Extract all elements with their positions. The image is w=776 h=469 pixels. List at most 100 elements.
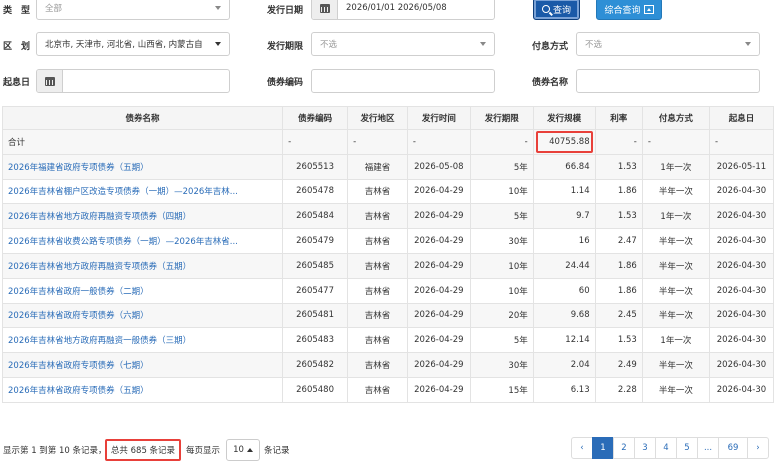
col-header[interactable]: 债券名称 <box>1 106 284 130</box>
table-cell: 2.28 <box>594 376 643 403</box>
bond-name-link[interactable]: 2026年福建省政府专项债券（五期） <box>8 163 149 173</box>
col-header[interactable]: 利率 <box>594 106 643 130</box>
interest-method-value: 不选 <box>585 40 603 50</box>
table-footer: 显示第 1 到第 10 条记录， 总共 685 条记录 每页显示 10 条记录 … <box>0 436 776 464</box>
bond-name-link[interactable]: 2026年吉林省政府一般债券（二期） <box>8 287 149 297</box>
page-button[interactable]: 1 <box>592 437 614 459</box>
table-cell: 20年 <box>469 302 534 329</box>
bond-name-link[interactable]: 2026年吉林省地方政府再融资专项债券（五期） <box>8 262 191 272</box>
bond-name-link[interactable]: 2026年吉林省棚户区改造专项债券（一期）—2026年吉林... <box>8 187 238 197</box>
query-button[interactable]: 查询 <box>533 0 580 20</box>
bond-name-link[interactable]: 2026年吉林省政府专项债券（五期） <box>8 386 149 396</box>
calendar-addon[interactable] <box>312 0 338 19</box>
table-cell: 2026-04-30 <box>708 228 775 254</box>
col-header[interactable]: 债券编码 <box>282 106 349 130</box>
bond-name-link[interactable]: 2026年吉林省政府专项债券（七期） <box>8 361 149 371</box>
per-page-label: 每页显示 <box>186 446 221 456</box>
page-size-select[interactable]: 10 <box>226 439 260 461</box>
table-cell: 1.86 <box>594 277 643 304</box>
table-cell: 2026-04-29 <box>406 352 471 378</box>
table-cell: 30年 <box>469 352 534 378</box>
table-cell: 1.86 <box>594 252 643 279</box>
page-button[interactable]: 4 <box>655 437 677 459</box>
table-cell: 6.13 <box>532 376 596 403</box>
table-cell: 2605513 <box>282 153 349 180</box>
chevron-down-icon <box>745 42 751 46</box>
table-cell: 半年一次 <box>641 352 710 378</box>
bond-name-cell: 2026年吉林省地方政府再融资专项债券（五期） <box>1 252 284 279</box>
query-button-label: 查询 <box>552 5 571 16</box>
issue-term-label: 发行期限 <box>267 42 304 52</box>
page-button[interactable]: 69 <box>718 437 748 459</box>
calendar-addon[interactable] <box>37 70 63 92</box>
page-button[interactable]: 3 <box>634 437 656 459</box>
table-cell: 半年一次 <box>641 228 710 254</box>
total-cell: - <box>347 129 408 155</box>
chevron-down-icon <box>480 42 486 46</box>
table-header-row: 债券名称 债券编码 发行地区 发行时间 发行期限 发行规模 利率 付息方式 起息… <box>1 106 775 130</box>
col-header[interactable]: 发行时间 <box>406 106 471 130</box>
bond-name-link[interactable]: 2026年吉林省收费公路专项债券（一期）—2026年吉林省... <box>8 237 238 247</box>
table-cell: 吉林省 <box>347 327 408 354</box>
pagination: ‹ 1 2 3 4 5 ... 69 › <box>571 437 769 459</box>
bond-name-link[interactable]: 2026年吉林省政府专项债券（六期） <box>8 311 149 321</box>
col-header[interactable]: 发行规模 <box>532 106 596 130</box>
table-cell: 2.47 <box>594 228 643 254</box>
total-cell: - <box>469 129 534 155</box>
issue-term-select[interactable]: 不选 <box>311 32 495 56</box>
table-cell: 2026-04-29 <box>406 302 471 329</box>
table-cell: 2026-04-29 <box>406 178 471 205</box>
type-select[interactable]: 全部 <box>36 0 230 20</box>
table-cell: 5年 <box>469 327 534 354</box>
table-cell: 2026-04-29 <box>406 277 471 304</box>
col-header[interactable]: 付息方式 <box>641 106 710 130</box>
combo-query-button[interactable]: 综合查询 <box>596 0 662 20</box>
table-cell: 2605480 <box>282 376 349 403</box>
bond-name-cell: 2026年吉林省地方政府再融资一般债券（三期） <box>1 327 284 354</box>
table-cell: 2026-04-30 <box>708 376 775 403</box>
next-page-button[interactable]: › <box>747 437 769 459</box>
col-header[interactable]: 发行期限 <box>469 106 534 130</box>
table-cell: 2605478 <box>282 178 349 205</box>
region-select[interactable]: 北京市, 天津市, 河北省, 山西省, 内蒙古自 <box>36 32 230 56</box>
bond-name-link[interactable]: 2026年吉林省地方政府再融资专项债券（四期） <box>8 212 191 222</box>
bond-code-input[interactable] <box>311 69 495 93</box>
bond-name-input[interactable] <box>576 69 760 93</box>
start-interest-input[interactable] <box>36 69 230 93</box>
table-cell: 2605479 <box>282 228 349 254</box>
prev-page-button[interactable]: ‹ <box>571 437 593 459</box>
bond-name-link[interactable]: 2026年吉林省地方政府再融资一般债券（三期） <box>8 336 191 346</box>
page-button[interactable]: 5 <box>676 437 698 459</box>
type-select-value: 全部 <box>45 4 63 14</box>
table-cell: 2605481 <box>282 302 349 329</box>
table-cell: 2026-04-29 <box>406 327 471 354</box>
highlight-box <box>535 131 593 153</box>
bond-name-cell: 2026年福建省政府专项债券（五期） <box>1 153 284 180</box>
table-cell: 15年 <box>469 376 534 403</box>
bond-name-cell: 2026年吉林省政府专项债券（七期） <box>1 352 284 378</box>
combo-query-button-label: 综合查询 <box>604 5 641 16</box>
table-row: 2026年吉林省地方政府再融资一般债券（三期） 2605483 吉林省 2026-04… <box>1 327 775 354</box>
table-cell: 2605485 <box>282 252 349 279</box>
region-label: 区 划 <box>3 42 31 52</box>
table-cell: 半年一次 <box>641 252 710 279</box>
records-suffix: 条记录 <box>264 446 290 456</box>
total-row: 合计 - - - - 40755.88 - - - <box>1 129 775 155</box>
table-cell: 16 <box>532 228 596 254</box>
table-cell: 2605484 <box>282 203 349 230</box>
interest-method-select[interactable]: 不选 <box>576 32 760 56</box>
col-header[interactable]: 起息日 <box>708 106 775 130</box>
table-cell: 吉林省 <box>347 352 408 378</box>
table-cell: 2026-04-29 <box>406 228 471 254</box>
table-row: 2026年吉林省政府专项债券（五期） 2605480 吉林省 2026-04-29 15… <box>1 376 775 403</box>
page-button[interactable]: 2 <box>613 437 635 459</box>
col-header[interactable]: 发行地区 <box>347 106 408 130</box>
table-cell: 5年 <box>469 203 534 230</box>
table-cell: 吉林省 <box>347 302 408 329</box>
table-cell: 2026-04-30 <box>708 277 775 304</box>
region-select-value: 北京市, 天津市, 河北省, 山西省, 内蒙古自 <box>45 40 203 50</box>
bond-name-cell: 2026年吉林省政府专项债券（五期） <box>1 376 284 403</box>
table-cell: 2026-04-29 <box>406 203 471 230</box>
chevron-down-icon <box>215 6 221 10</box>
issue-date-input[interactable]: 2026/01/01 2026/05/08 <box>311 0 495 20</box>
